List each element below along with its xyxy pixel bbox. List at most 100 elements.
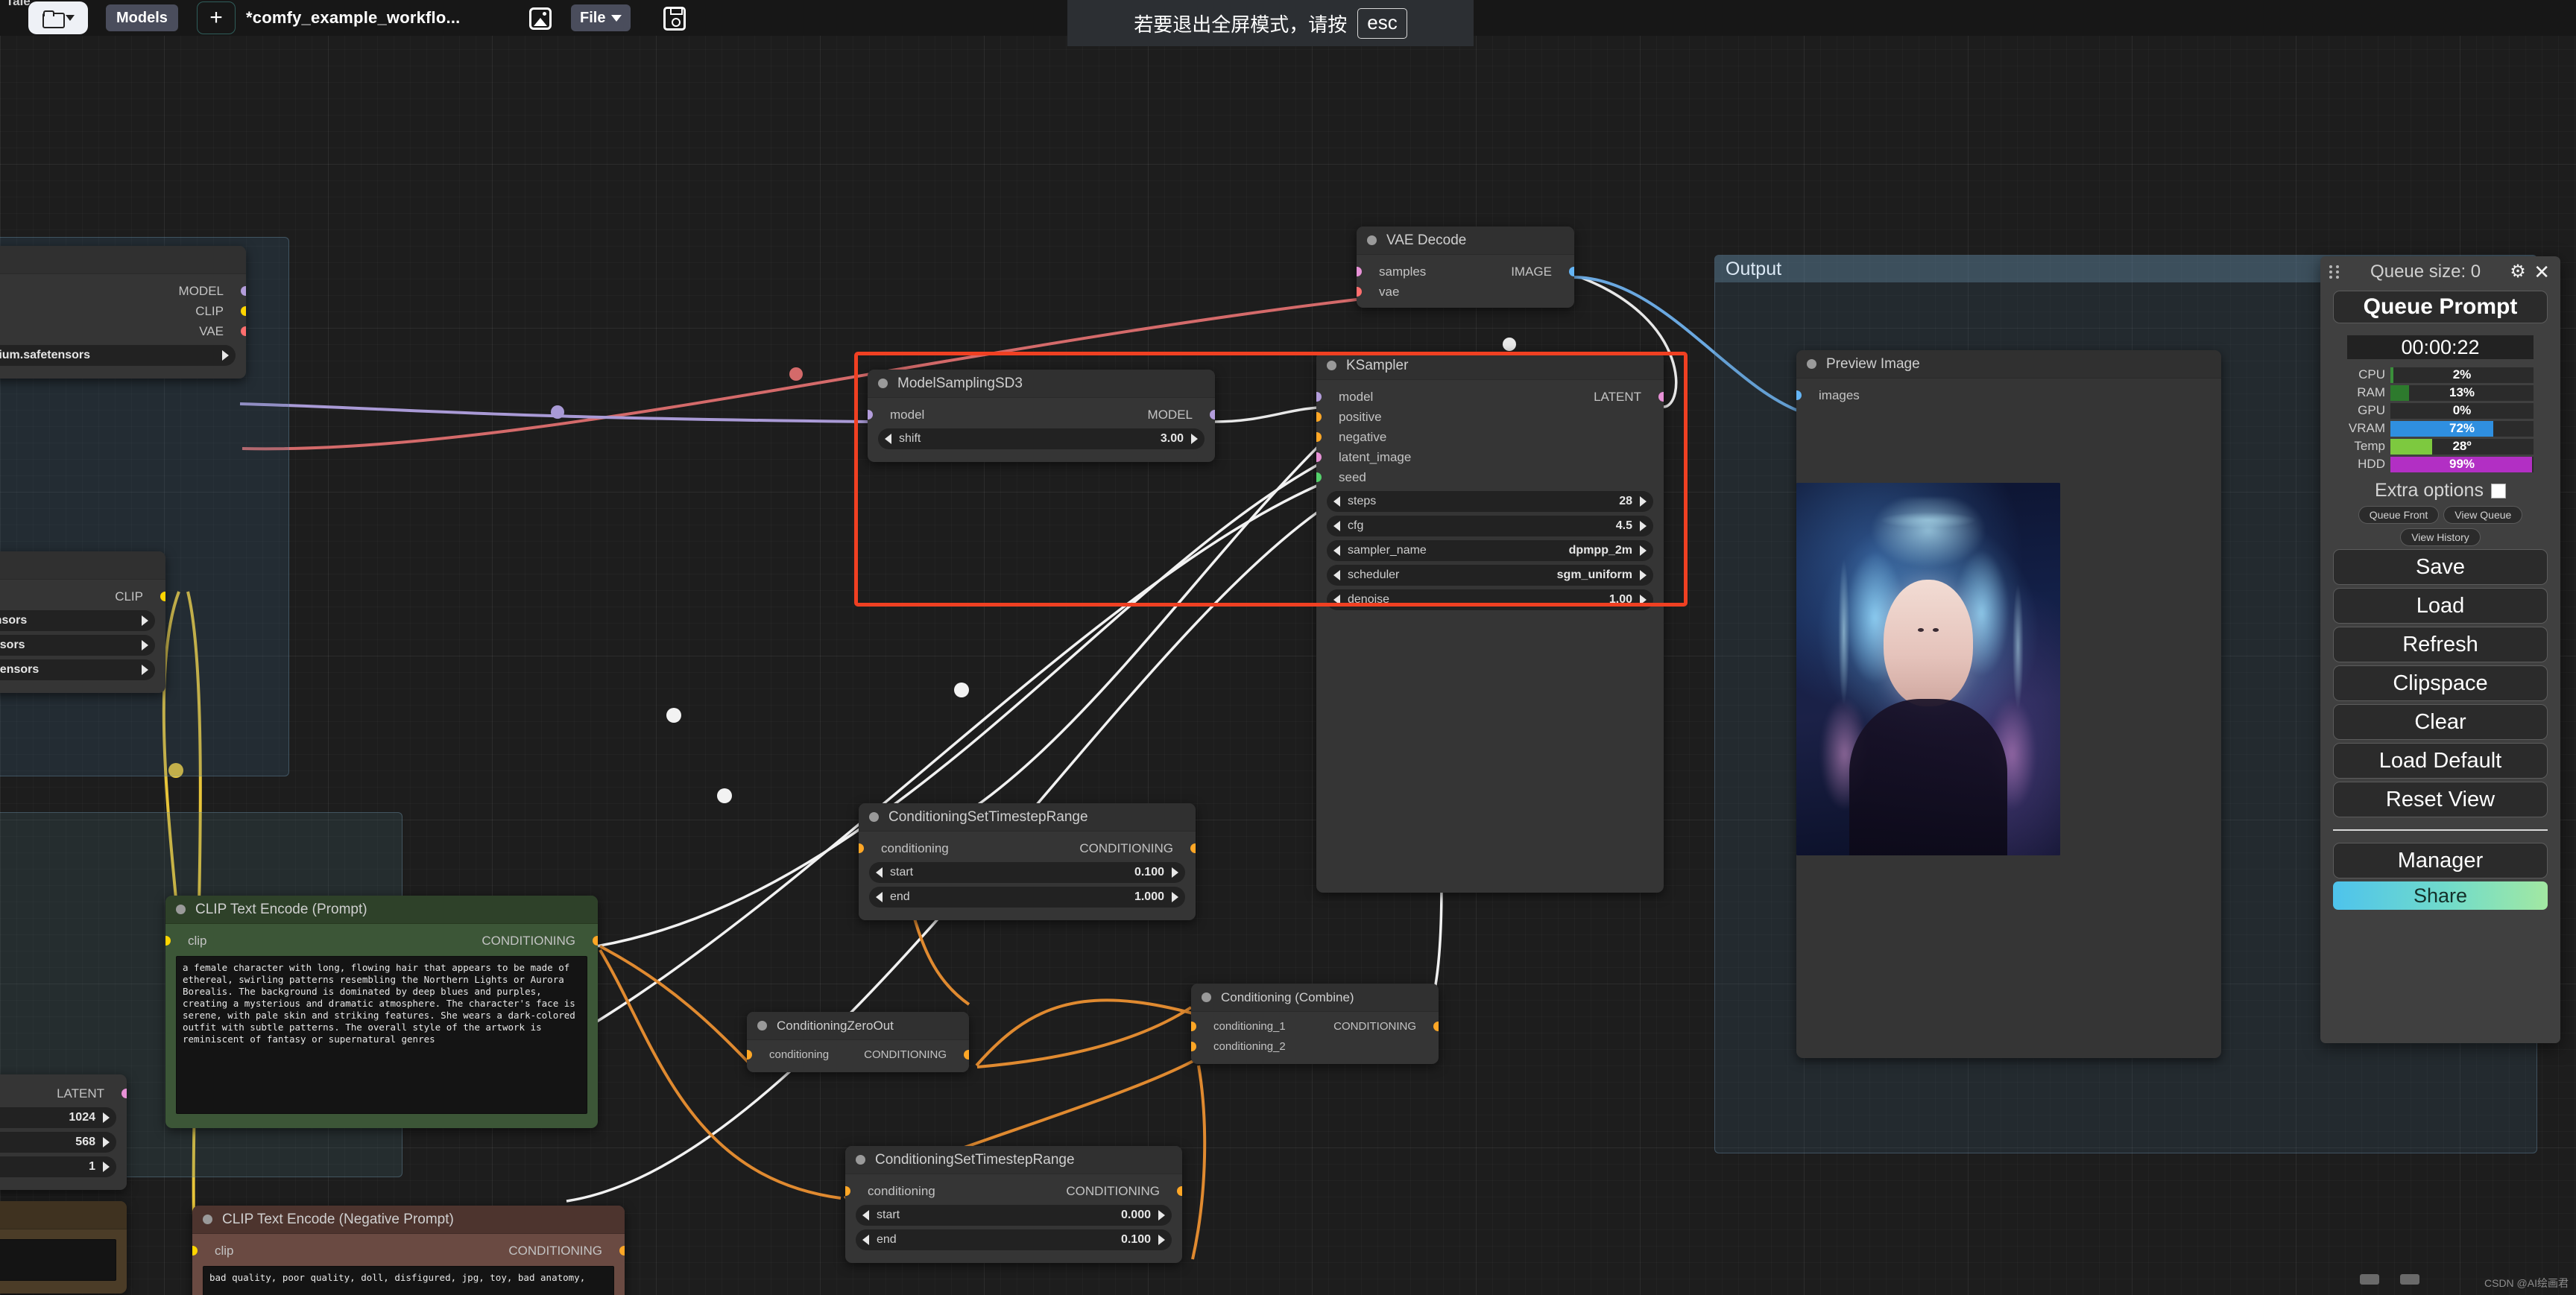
output-latent[interactable]: LATENT — [0, 1083, 127, 1104]
workflow-tab-title[interactable]: *comfy_example_workflo... — [246, 4, 460, 31]
port-dot-conditioning-out[interactable] — [964, 1050, 969, 1060]
drag-handle-icon[interactable] — [2329, 265, 2341, 279]
node-clip-text-encode-negative[interactable]: CLIP Text Encode (Negative Prompt) clip … — [192, 1206, 625, 1295]
floppy-disk-icon[interactable] — [663, 7, 686, 31]
io-row-conditioning[interactable]: conditioning CONDITIONING — [859, 838, 1196, 858]
node-header[interactable]: ConditioningSetTimestepRange — [859, 803, 1196, 832]
port-dot-conditioning[interactable] — [619, 1246, 625, 1256]
node-header[interactable] — [0, 551, 165, 580]
save-button[interactable]: Save — [2333, 549, 2548, 585]
port-dot-clip[interactable] — [165, 936, 171, 946]
comfy-menu-panel[interactable]: Queue size: 0 ✕ Queue Prompt 00:00:22 CP… — [2320, 256, 2560, 1043]
chevron-right-icon[interactable] — [103, 1112, 110, 1123]
io-row-conditioning-1[interactable]: conditioning_1 CONDITIONING — [1191, 1016, 1439, 1036]
extra-options-row[interactable]: Extra options — [2320, 480, 2560, 501]
output-clip[interactable]: CLIP — [0, 586, 165, 607]
output-clip[interactable]: CLIP — [0, 301, 246, 321]
port-dot-vae[interactable] — [1357, 287, 1362, 297]
chevron-right-icon[interactable] — [1640, 545, 1647, 556]
workflows-folder-button[interactable] — [28, 1, 88, 34]
io-row-model[interactable]: model MODEL — [868, 405, 1215, 425]
port-dot-positive[interactable] — [1316, 412, 1322, 422]
node-header[interactable]: ModelSamplingSD3 — [868, 370, 1215, 398]
collapse-dot[interactable] — [1367, 235, 1377, 245]
collapse-dot[interactable] — [203, 1215, 212, 1224]
widget-clip-3[interactable]: 5xxd_fp16.safetensors — [0, 659, 155, 680]
node-header[interactable]: CLIP Text Encode (Prompt) — [165, 896, 598, 924]
chevron-right-icon[interactable] — [1640, 521, 1647, 531]
io-row-conditioning[interactable]: conditioning CONDITIONING — [747, 1045, 969, 1065]
node-conditioning-zero-out[interactable]: ConditioningZeroOut conditioning CONDITI… — [747, 1012, 969, 1072]
node-model-sampling-sd3[interactable]: ModelSamplingSD3 model MODEL shift 3.00 — [868, 370, 1215, 462]
input-negative[interactable]: negative — [1316, 427, 1664, 447]
node-conditioning-combine[interactable]: Conditioning (Combine) conditioning_1 CO… — [1191, 984, 1439, 1064]
manager-button[interactable]: Manager — [2333, 843, 2548, 878]
chevron-right-icon[interactable] — [142, 640, 148, 650]
node-header[interactable]: VAE Decode — [1357, 227, 1574, 255]
widget-start[interactable]: start 0.000 — [856, 1205, 1172, 1226]
chevron-right-icon[interactable] — [1158, 1235, 1165, 1245]
view-queue-button[interactable]: View Queue — [2443, 506, 2523, 524]
collapse-dot[interactable] — [757, 1021, 767, 1030]
port-dot-conditioning-out[interactable] — [1177, 1186, 1182, 1196]
chevron-right-icon[interactable] — [1191, 434, 1198, 444]
chevron-right-icon[interactable] — [142, 615, 148, 626]
collapse-dot[interactable] — [869, 812, 879, 822]
node-vae-decode[interactable]: VAE Decode samples IMAGE vae — [1357, 227, 1574, 308]
clipspace-button[interactable]: Clipspace — [2333, 665, 2548, 701]
chevron-right-icon[interactable] — [1640, 570, 1647, 580]
chevron-left-icon[interactable] — [885, 434, 891, 444]
port-dot-conditioning-in[interactable] — [845, 1186, 850, 1196]
port-dot-image[interactable] — [1569, 267, 1574, 276]
chevron-right-icon[interactable] — [103, 1137, 110, 1147]
node-header[interactable]: Preview Image — [1796, 350, 2221, 379]
load-default-button[interactable]: Load Default — [2333, 743, 2548, 779]
widget-end[interactable]: end 1.000 — [869, 887, 1185, 908]
node-ksampler[interactable]: KSampler model LATENT positive negative — [1316, 352, 1664, 893]
widget-batch-size[interactable]: 1 — [0, 1156, 116, 1177]
node-header[interactable] — [0, 1201, 127, 1229]
port-dot-model-in[interactable] — [868, 410, 873, 419]
note-text[interactable]: el and width/height — [0, 1239, 116, 1281]
input-conditioning-2[interactable]: conditioning_2 — [1191, 1036, 1439, 1057]
input-latent-image[interactable]: latent_image — [1316, 447, 1664, 467]
widget-cfg[interactable]: cfg 4.5 — [1327, 516, 1653, 536]
input-seed[interactable]: seed — [1316, 467, 1664, 487]
chevron-left-icon[interactable] — [862, 1210, 869, 1220]
io-row-clip[interactable]: clip CONDITIONING — [165, 931, 598, 951]
node-conditioning-set-timestep-range-2[interactable]: ConditioningSetTimestepRange conditionin… — [845, 1146, 1182, 1263]
io-row-clip[interactable]: clip CONDITIONING — [192, 1241, 625, 1261]
widget-ckpt-name[interactable]: sd3_medium.safetensors — [0, 345, 236, 366]
port-dot-conditioning-2[interactable] — [1191, 1042, 1196, 1051]
port-dot-model-out[interactable] — [1210, 410, 1215, 419]
input-positive[interactable]: positive — [1316, 407, 1664, 427]
node-conditioning-set-timestep-range-1[interactable]: ConditioningSetTimestepRange conditionin… — [859, 803, 1196, 920]
port-dot-vae[interactable] — [241, 326, 246, 336]
collapse-dot[interactable] — [1327, 361, 1336, 370]
chevron-right-icon[interactable] — [1172, 892, 1178, 902]
node-header[interactable]: ConditioningSetTimestepRange — [845, 1146, 1182, 1174]
widget-width[interactable]: 1024 — [0, 1107, 116, 1128]
collapse-dot[interactable] — [878, 379, 888, 388]
close-icon[interactable]: ✕ — [2532, 262, 2551, 282]
workflow-canvas[interactable]: Output MODEL CLIP VAE ium.safetensors CL… — [0, 0, 2576, 1295]
node-header[interactable]: ConditioningZeroOut — [747, 1012, 969, 1040]
extra-options-checkbox[interactable] — [2490, 483, 2506, 498]
collapse-dot[interactable] — [1202, 992, 1211, 1002]
node-preview-image[interactable]: Preview Image images — [1796, 350, 2221, 1058]
input-vae[interactable]: vae — [1357, 282, 1574, 302]
preview-image-result[interactable] — [1796, 483, 2060, 855]
queue-front-button[interactable]: Queue Front — [2358, 506, 2440, 524]
positive-prompt-text[interactable]: a female character with long, flowing ha… — [176, 956, 587, 1114]
chevron-left-icon[interactable] — [876, 867, 883, 878]
node-header[interactable]: Conditioning (Combine) — [1191, 984, 1439, 1012]
node-empty-latent-image[interactable]: LATENT 1024 568 1 — [0, 1074, 127, 1190]
widget-height[interactable]: 568 — [0, 1132, 116, 1153]
widget-denoise[interactable]: denoise 1.00 — [1327, 589, 1653, 610]
refresh-button[interactable]: Refresh — [2333, 627, 2548, 662]
chevron-right-icon[interactable] — [1158, 1210, 1165, 1220]
chevron-left-icon[interactable] — [1333, 570, 1340, 580]
output-vae[interactable]: VAE — [0, 321, 246, 341]
io-row-conditioning[interactable]: conditioning CONDITIONING — [845, 1181, 1182, 1201]
collapse-dot[interactable] — [176, 905, 186, 914]
